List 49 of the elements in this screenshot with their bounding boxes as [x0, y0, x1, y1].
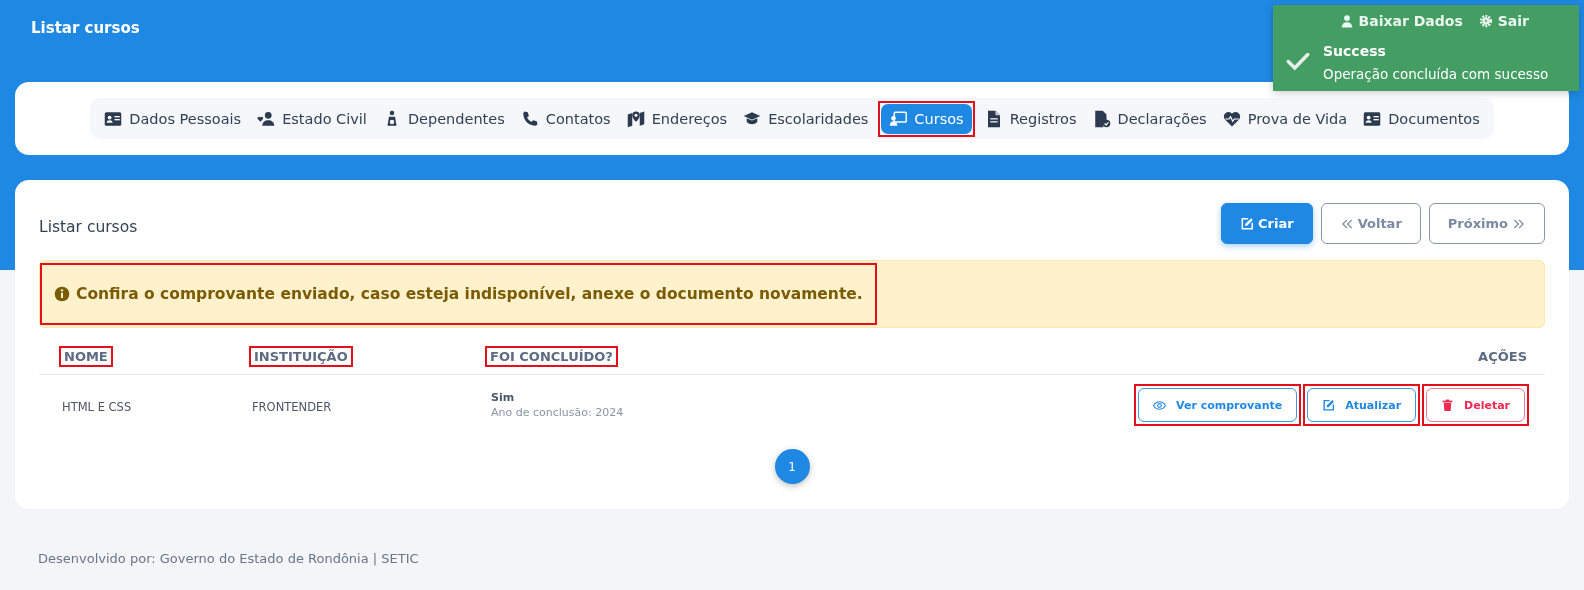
footer-text: Desenvolvido por: Governo do Estado de Rondônia | SETIC: [38, 551, 419, 566]
view-receipt-button[interactable]: Ver comprovante: [1138, 388, 1298, 422]
settings-icon: [1478, 14, 1493, 28]
tab[interactable]: Dados Pessoais: [96, 103, 250, 134]
tab[interactable]: Registros: [976, 103, 1085, 134]
table-cell-text: FRONTENDER: [251, 399, 332, 414]
column-header: NOME: [63, 348, 109, 364]
teacher-board-icon: [889, 109, 908, 128]
id-card-icon: [104, 109, 123, 128]
toast-title: Success: [1323, 42, 1386, 59]
double-chevron-left-icon: [1339, 216, 1354, 231]
page-title: Listar cursos: [31, 19, 140, 37]
tab[interactable]: Escolaridades: [735, 103, 877, 134]
completion-year: Ano de conclusão: 2024: [491, 406, 625, 419]
map-pin-icon: [626, 109, 645, 128]
eye-icon: [1153, 398, 1167, 412]
id-card-icon: [1363, 109, 1382, 128]
column-header: AÇÕES: [1477, 348, 1528, 364]
info-icon: [54, 286, 70, 302]
trash-icon: [1441, 398, 1455, 412]
tab[interactable]: Endereços: [618, 103, 736, 134]
next-button[interactable]: Próximo: [1428, 203, 1545, 244]
edit-icon: [1322, 398, 1336, 412]
column-header: INSTITUIÇÃO: [253, 348, 349, 364]
delete-button[interactable]: Deletar: [1426, 388, 1525, 422]
alert-message: Confira o comprovante enviado, caso esteja indisponível, anexe o documento novamente.: [76, 285, 863, 303]
section-title: Listar cursos: [39, 217, 138, 236]
update-button[interactable]: Atualizar: [1307, 388, 1417, 422]
tab[interactable]: Prova de Vida: [1214, 103, 1356, 134]
tab[interactable]: Dependentes: [374, 103, 513, 134]
page-button[interactable]: 1: [774, 449, 810, 484]
user-icon: [1339, 14, 1354, 28]
column-header: FOI CONCLUÍDO?: [489, 348, 614, 364]
phone-icon: [520, 109, 539, 128]
tab[interactable]: Declarações: [1084, 103, 1215, 134]
tab[interactable]: Estado Civil: [249, 103, 375, 134]
toast-message: Operação concluída com sucesso: [1323, 65, 1549, 82]
table-cell-text: HTML E CSS: [61, 399, 132, 414]
back-button[interactable]: Voltar: [1320, 203, 1421, 244]
tab[interactable]: Cursos: [881, 103, 972, 134]
edit-icon: [1240, 216, 1255, 231]
heart-pulse-icon: [1222, 109, 1241, 128]
status-text: Sim: [491, 391, 516, 404]
file-check-icon: [1092, 109, 1111, 128]
tab[interactable]: Contatos: [512, 103, 619, 134]
double-chevron-right-icon: [1512, 216, 1526, 231]
user-heart-icon: [257, 109, 276, 128]
tab[interactable]: Documentos: [1355, 103, 1488, 134]
create-button[interactable]: Criar: [1221, 203, 1313, 244]
